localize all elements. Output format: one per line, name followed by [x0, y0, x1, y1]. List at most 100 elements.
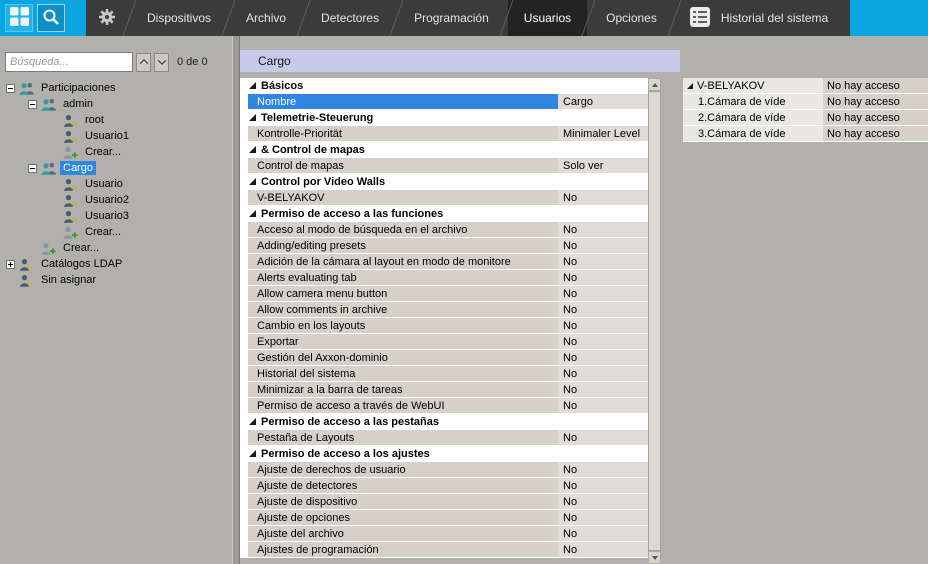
property-value[interactable]: No: [558, 526, 648, 541]
property-value[interactable]: Solo ver: [558, 158, 648, 173]
property-acceso-al-modo-de-busqueda-en-el-archivo[interactable]: Acceso al modo de búsqueda en el archivo…: [240, 222, 648, 237]
property-value[interactable]: Minimaler Level: [558, 126, 648, 141]
tree-collapse-icon[interactable]: [28, 164, 37, 173]
section-permiso-de-acceso-a-las-funciones[interactable]: Permiso de acceso a las funciones: [240, 206, 648, 221]
property-value[interactable]: Cargo: [558, 94, 648, 109]
property-exportar[interactable]: ExportarNo: [240, 334, 648, 349]
property-control-de-mapas[interactable]: Control de mapasSolo ver: [240, 158, 648, 173]
property-ajuste-del-archivo[interactable]: Ajuste del archivoNo: [240, 526, 648, 541]
property-nombre[interactable]: NombreCargo: [240, 94, 648, 109]
property-value[interactable]: No: [558, 318, 648, 333]
property-value[interactable]: No: [558, 302, 648, 317]
property-alerts-evaluating-tab[interactable]: Alerts evaluating tabNo: [240, 270, 648, 285]
topbar-quick-actions: [0, 0, 86, 36]
tree-item-admin[interactable]: admin: [0, 96, 232, 112]
scroll-up-button[interactable]: [648, 78, 661, 91]
property-ajuste-de-derechos-de-usuario[interactable]: Ajuste de derechos de usuarioNo: [240, 462, 648, 477]
property-value[interactable]: No: [558, 510, 648, 525]
tree-expand-icon[interactable]: [6, 260, 15, 269]
section-control-por-video-walls[interactable]: Control por Video Walls: [240, 174, 648, 189]
tree-item-usuario1[interactable]: Usuario1: [0, 128, 232, 144]
property-value[interactable]: No: [558, 494, 648, 509]
property-value[interactable]: No: [558, 398, 648, 413]
tree-item-participaciones[interactable]: Participaciones: [0, 80, 232, 96]
property-value[interactable]: No: [558, 254, 648, 269]
property-minimizar-a-la-barra-de-tareas[interactable]: Minimizar a la barra de tareasNo: [240, 382, 648, 397]
access-level-value[interactable]: No hay acceso: [823, 110, 928, 125]
tab-opciones[interactable]: Opciones: [590, 0, 673, 36]
tree-item-catalogos-ldap[interactable]: Catálogos LDAP: [0, 256, 232, 272]
property-pestana-de-layouts[interactable]: Pestaña de LayoutsNo: [240, 430, 648, 445]
tab-archivo[interactable]: Archivo: [230, 0, 302, 36]
tree-item-cargo[interactable]: Cargo: [0, 160, 232, 176]
tree-expander-spacer: [50, 114, 63, 127]
settings-menu-button[interactable]: [86, 0, 128, 36]
section-basicos[interactable]: Básicos: [240, 78, 648, 93]
section-control-de-mapas[interactable]: & Control de mapas: [240, 142, 648, 157]
access-row-v-belyakov[interactable]: V-BELYAKOVNo hay acceso: [683, 78, 928, 93]
tree-item-sin-asignar[interactable]: Sin asignar: [0, 272, 232, 288]
property-historial-del-sistema[interactable]: Historial del sistemaNo: [240, 366, 648, 381]
search-prev-button[interactable]: [136, 53, 151, 72]
property-value[interactable]: No: [558, 334, 648, 349]
section-permiso-de-acceso-a-las-pestanas[interactable]: Permiso de acceso a las pestañas: [240, 414, 648, 429]
access-row-1-camara-de-vide[interactable]: 1.Cámara de vídeNo hay acceso: [683, 94, 928, 109]
access-level-value[interactable]: No hay acceso: [823, 94, 928, 109]
property-value[interactable]: No: [558, 462, 648, 477]
access-row-2-camara-de-vide[interactable]: 2.Cámara de vídeNo hay acceso: [683, 110, 928, 125]
property-value[interactable]: No: [558, 382, 648, 397]
section-telemetrie-steuerung[interactable]: Telemetrie-Steuerung: [240, 110, 648, 125]
property-value[interactable]: No: [558, 350, 648, 365]
property-v-belyakov[interactable]: V-BELYAKOVNo: [240, 190, 648, 205]
property-value[interactable]: No: [558, 222, 648, 237]
search-next-button[interactable]: [154, 53, 169, 72]
property-value[interactable]: No: [558, 270, 648, 285]
section-permiso-de-acceso-a-los-ajustes[interactable]: Permiso de acceso a los ajustes: [240, 446, 648, 461]
tree-item-usuario[interactable]: Usuario: [0, 176, 232, 192]
tree-item-crear[interactable]: Crear...: [0, 224, 232, 240]
scroll-down-button[interactable]: [648, 551, 661, 564]
tree-item-root[interactable]: root: [0, 112, 232, 128]
property-adding-editing-presets[interactable]: Adding/editing presetsNo: [240, 238, 648, 253]
search-button[interactable]: [37, 4, 65, 32]
tab-programacion[interactable]: Programación: [398, 0, 505, 36]
property-ajuste-de-dispositivo[interactable]: Ajuste de dispositivoNo: [240, 494, 648, 509]
tree-collapse-icon[interactable]: [28, 100, 37, 109]
property-adicion-de-la-camara-al-layout-en-modo-de-monitore[interactable]: Adición de la cámara al layout en modo d…: [240, 254, 648, 269]
access-collapse-icon[interactable]: [687, 83, 693, 89]
property-value[interactable]: No: [558, 190, 648, 205]
property-allow-comments-in-archive[interactable]: Allow comments in archiveNo: [240, 302, 648, 317]
sidebar-splitter[interactable]: [232, 36, 240, 564]
tab-detectores[interactable]: Detectores: [305, 0, 395, 36]
tree-item-usuario3[interactable]: Usuario3: [0, 208, 232, 224]
scrollbar-thumb[interactable]: [648, 91, 661, 551]
property-value[interactable]: No: [558, 542, 648, 557]
property-ajuste-de-detectores[interactable]: Ajuste de detectoresNo: [240, 478, 648, 493]
property-value[interactable]: No: [558, 366, 648, 381]
access-row-3-camara-de-vide[interactable]: 3.Cámara de vídeNo hay acceso: [683, 126, 928, 141]
tree-collapse-icon[interactable]: [6, 84, 15, 93]
access-level-value[interactable]: No hay acceso: [823, 78, 928, 93]
property-value[interactable]: No: [558, 238, 648, 253]
property-grid-scrollbar[interactable]: [648, 78, 661, 564]
tree-item-usuario2[interactable]: Usuario2: [0, 192, 232, 208]
property-permiso-de-acceso-a-traves-de-webui[interactable]: Permiso de acceso a través de WebUINo: [240, 398, 648, 413]
access-level-value[interactable]: No hay acceso: [823, 126, 928, 141]
property-ajustes-de-programacion[interactable]: Ajustes de programaciónNo: [240, 542, 648, 557]
tree-item-crear[interactable]: Crear...: [0, 240, 232, 256]
tree-expander-spacer: [50, 210, 63, 223]
property-allow-camera-menu-button[interactable]: Allow camera menu buttonNo: [240, 286, 648, 301]
property-value[interactable]: No: [558, 478, 648, 493]
layouts-button[interactable]: [5, 4, 33, 32]
tree-item-crear[interactable]: Crear...: [0, 144, 232, 160]
property-kontrolle-prioritat[interactable]: Kontrolle-PrioritätMinimaler Level: [240, 126, 648, 141]
property-value[interactable]: No: [558, 286, 648, 301]
property-gestion-del-axxon-dominio[interactable]: Gestión del Axxon-dominioNo: [240, 350, 648, 365]
system-log-tab[interactable]: Historial del sistema: [676, 0, 850, 36]
property-ajuste-de-opciones[interactable]: Ajuste de opcionesNo: [240, 510, 648, 525]
search-input[interactable]: [5, 52, 133, 72]
property-value[interactable]: No: [558, 430, 648, 445]
tab-usuarios[interactable]: Usuarios: [508, 0, 587, 36]
property-cambio-en-los-layouts[interactable]: Cambio en los layoutsNo: [240, 318, 648, 333]
tab-dispositivos[interactable]: Dispositivos: [131, 0, 227, 36]
